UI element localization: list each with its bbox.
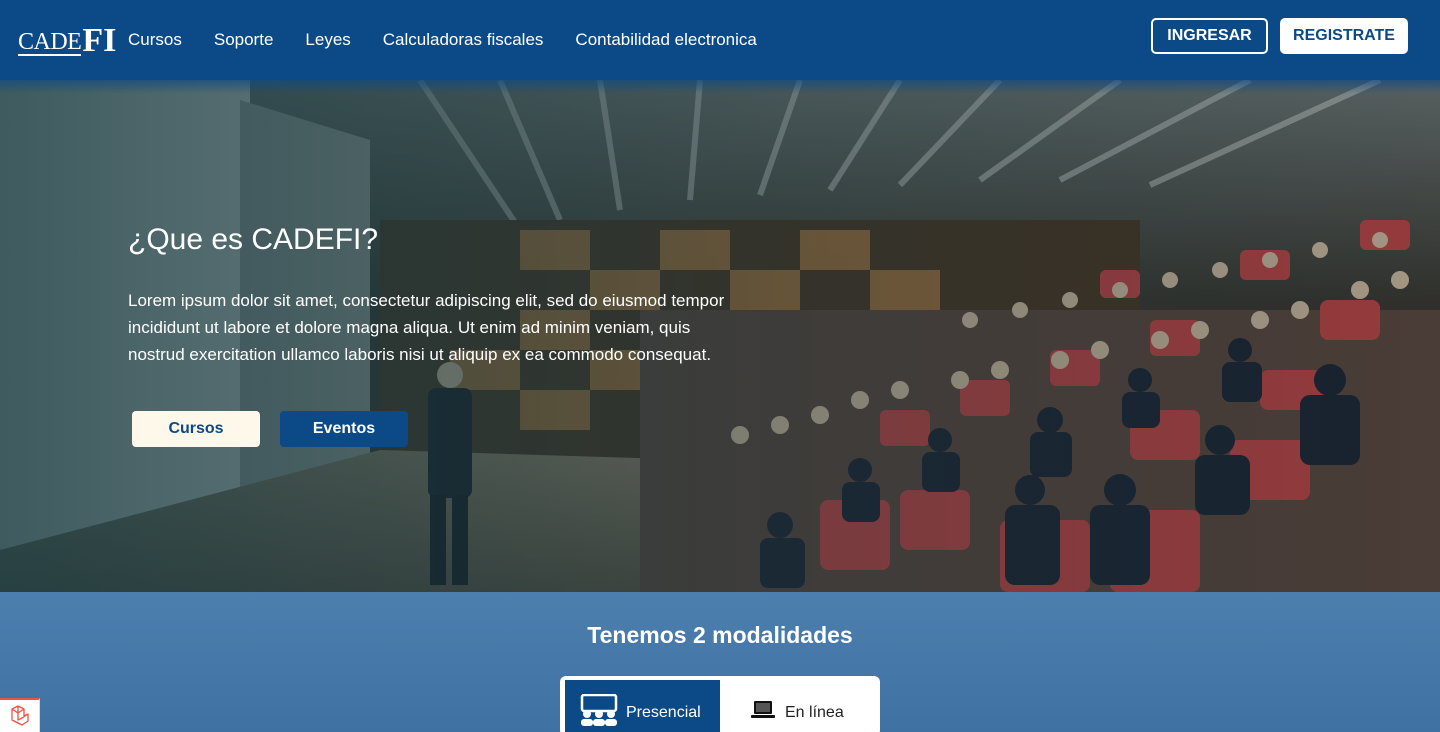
laravel-debug-icon[interactable] [0, 698, 40, 732]
top-navbar: CADE FI Cursos Soporte Leyes Calculadora… [0, 0, 1440, 80]
nav-link-cursos[interactable]: Cursos [128, 29, 182, 51]
cursos-button[interactable]: Cursos [132, 411, 260, 447]
people-icon [580, 694, 618, 726]
tab-presencial[interactable]: Presencial [565, 680, 720, 732]
nav-link-leyes[interactable]: Leyes [305, 29, 350, 51]
nav-link-calculadoras[interactable]: Calculadoras fiscales [383, 29, 544, 51]
hero-description: Lorem ipsum dolor sit amet, consectetur … [128, 291, 725, 364]
modalidades-section: Tenemos 2 modalidades Presencial En líne… [0, 592, 1440, 732]
nav-link-contabilidad[interactable]: Contabilidad electronica [575, 29, 756, 51]
eventos-button[interactable]: Eventos [280, 411, 408, 447]
hero-title: ¿Que es CADEFI? [128, 223, 379, 256]
nav-link-soporte[interactable]: Soporte [214, 29, 274, 51]
tab-en-linea[interactable]: En línea [720, 680, 880, 732]
modalidades-title: Tenemos 2 modalidades [587, 622, 853, 648]
register-button[interactable]: REGISTRATE [1280, 18, 1408, 54]
modalidades-tabs: Presencial En línea [560, 676, 880, 732]
tab-en-linea-label: En línea [785, 704, 844, 721]
tab-presencial-label: Presencial [626, 704, 701, 721]
laravel-logo-icon [10, 705, 29, 726]
hero-top-shadow [0, 80, 1440, 94]
logo-text-fi: FI [82, 22, 117, 59]
main-nav: Cursos Soporte Leyes Calculadoras fiscal… [128, 29, 789, 51]
hero-section: ¿Que es CADEFI? Lorem ipsum dolor sit am… [0, 80, 1440, 592]
laptop-icon [751, 701, 775, 718]
login-button[interactable]: INGRESAR [1151, 18, 1268, 54]
cadefi-logo[interactable]: CADE FI [18, 22, 117, 59]
logo-text-cade: CADE [18, 29, 82, 56]
